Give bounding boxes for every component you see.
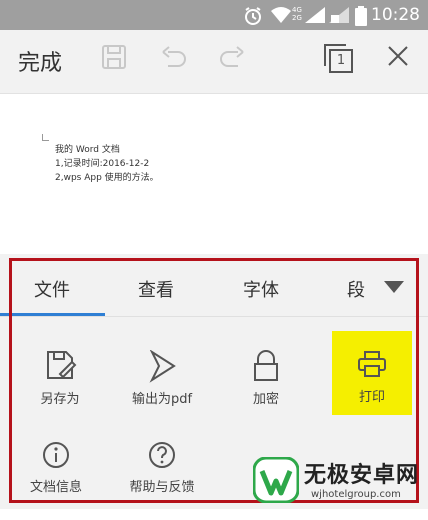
watermark: 无极安卓网 wjhotelgroup.com <box>245 453 428 509</box>
close-icon[interactable] <box>386 44 410 68</box>
text-cursor-marker <box>42 134 49 141</box>
done-button[interactable]: 完成 <box>18 45 62 77</box>
page-count-icon[interactable]: 1 <box>324 44 353 73</box>
save-icon[interactable] <box>101 44 127 70</box>
network-type-label: 4G 2G <box>292 6 302 22</box>
top-toolbar: 完成 1 <box>0 30 428 94</box>
undo-icon[interactable] <box>160 44 188 70</box>
watermark-title: 无极安卓网 <box>304 463 420 488</box>
wifi-icon <box>271 7 291 23</box>
battery-icon <box>355 6 367 26</box>
watermark-logo-icon <box>253 457 299 503</box>
document-canvas[interactable]: 我的 Word 文档 1,记录时间:2016-12-2 2,wps App 使用… <box>0 94 428 254</box>
document-line: 2,wps App 使用的方法。 <box>55 173 159 183</box>
document-line: 我的 Word 文档 <box>55 145 120 155</box>
clock: 10:28 <box>371 5 420 25</box>
alarm-icon <box>245 7 261 25</box>
status-bar: 4G 2G 10:28 <box>0 0 428 30</box>
watermark-url: wjhotelgroup.com <box>311 489 401 500</box>
redo-icon[interactable] <box>218 44 246 70</box>
signal-icon <box>305 7 325 23</box>
page-count-label: 1 <box>329 49 353 73</box>
document-line: 1,记录时间:2016-12-2 <box>55 159 150 169</box>
signal-icon <box>329 7 349 23</box>
